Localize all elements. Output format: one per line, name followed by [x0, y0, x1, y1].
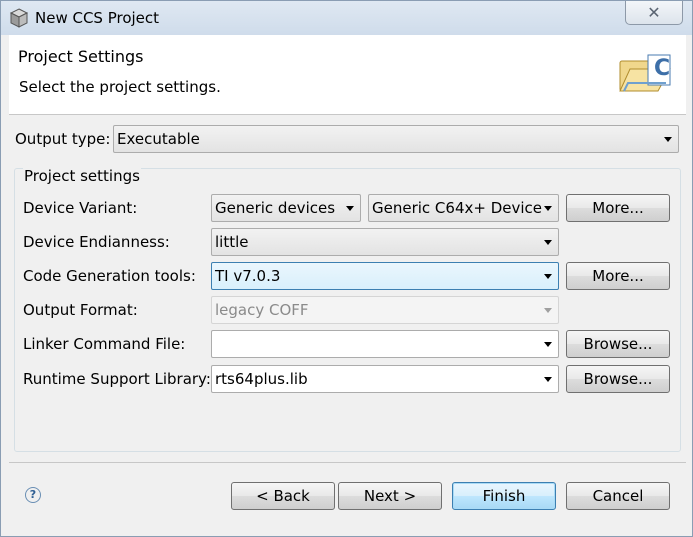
code-generation-more-button[interactable]: More...	[566, 262, 670, 290]
device-family-select[interactable]: Generic devices	[211, 194, 361, 222]
help-icon[interactable]: ?	[25, 487, 41, 503]
device-more-button[interactable]: More...	[566, 194, 670, 222]
device-family-value: Generic devices	[215, 199, 336, 217]
finish-button[interactable]: Finish	[452, 482, 556, 510]
device-variant-label: Device Variant:	[23, 199, 138, 217]
linker-browse-button[interactable]: Browse...	[566, 330, 670, 358]
code-generation-tools-value: TI v7.0.3	[215, 267, 281, 285]
svg-text:C: C	[654, 56, 670, 81]
output-type-select[interactable]: Executable	[113, 125, 679, 153]
output-format-select: legacy COFF	[211, 296, 559, 324]
runtime-support-library-combo[interactable]: rts64plus.lib	[211, 365, 559, 393]
output-type-label: Output type:	[15, 130, 111, 148]
device-select[interactable]: Generic C64x+ Device	[368, 194, 559, 222]
wizard-header: Project Settings Select the project sett…	[9, 35, 686, 115]
wizard-content: Output type: Executable Project settings…	[9, 116, 686, 462]
runtime-support-library-value: rts64plus.lib	[215, 370, 308, 388]
device-endianness-select[interactable]: little	[211, 228, 559, 256]
output-type-value: Executable	[117, 130, 200, 148]
chevron-down-icon	[544, 206, 552, 211]
close-button[interactable]: ✕	[625, 1, 683, 25]
chevron-down-icon	[544, 308, 552, 313]
linker-command-file-label: Linker Command File:	[23, 335, 186, 353]
runtime-browse-button[interactable]: Browse...	[566, 365, 670, 393]
chevron-down-icon	[544, 342, 552, 347]
cancel-button[interactable]: Cancel	[566, 482, 670, 510]
output-format-value: legacy COFF	[215, 301, 309, 319]
output-format-label: Output Format:	[23, 301, 138, 319]
device-value: Generic C64x+ Device	[372, 199, 543, 217]
app-cube-icon	[9, 8, 29, 28]
runtime-support-library-label: Runtime Support Library:	[23, 370, 211, 388]
page-title: Project Settings	[18, 47, 144, 66]
chevron-down-icon	[346, 206, 354, 211]
page-subtitle: Select the project settings.	[19, 78, 221, 96]
chevron-down-icon	[544, 274, 552, 279]
chevron-down-icon	[544, 377, 552, 382]
close-icon: ✕	[647, 3, 661, 22]
device-endianness-label: Device Endianness:	[23, 233, 170, 251]
code-generation-tools-select[interactable]: TI v7.0.3	[211, 262, 559, 290]
linker-command-file-combo[interactable]	[211, 330, 559, 358]
chevron-down-icon	[664, 137, 672, 142]
back-button[interactable]: < Back	[231, 482, 335, 510]
new-ccs-project-dialog: New CCS Project ✕ Project Settings Selec…	[0, 0, 693, 537]
next-button[interactable]: Next >	[338, 482, 442, 510]
ccs-project-folder-icon: C	[619, 54, 671, 92]
title-bar: New CCS Project ✕	[1, 1, 692, 35]
code-generation-tools-label: Code Generation tools:	[23, 267, 196, 285]
window-title: New CCS Project	[35, 9, 160, 27]
chevron-down-icon	[544, 240, 552, 245]
footer-separator	[9, 462, 686, 463]
project-settings-group-label: Project settings	[23, 167, 141, 185]
device-endianness-value: little	[215, 233, 249, 251]
